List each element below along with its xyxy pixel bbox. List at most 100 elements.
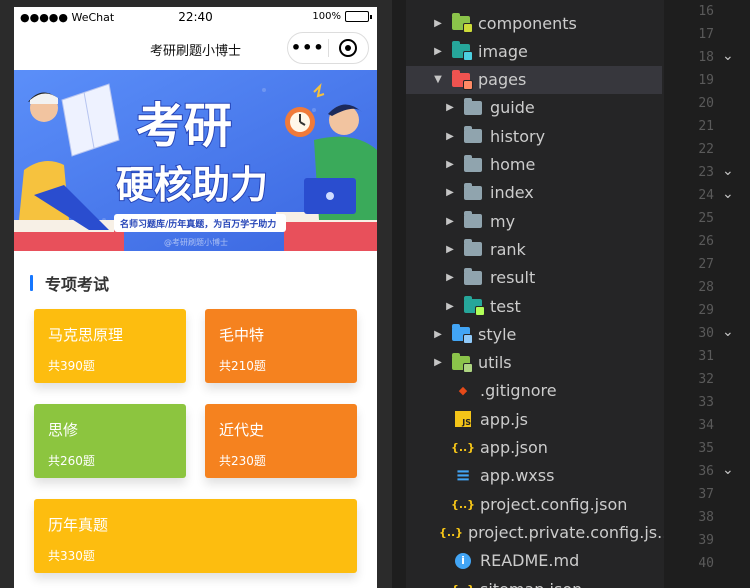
chevron-right-icon[interactable]: ▶ <box>432 357 444 368</box>
tree-item-label: image <box>478 41 528 61</box>
exam-card-sixiu[interactable]: 思修 共260题 <box>34 404 186 478</box>
chevron-right-icon[interactable]: ▶ <box>444 131 456 142</box>
chevron-right-icon[interactable]: ▶ <box>432 329 444 340</box>
fold-chevron-icon[interactable]: ⌄ <box>722 186 734 202</box>
fold-chevron-icon[interactable]: ⌄ <box>722 324 734 340</box>
tree-item-readme-md[interactable]: i README.md <box>406 547 662 575</box>
file-explorer: ▶ components ▶ image ▼ pages ▶ guide ▶ history ▶ ho… <box>406 0 664 588</box>
line-number: 30 <box>698 326 714 341</box>
tree-item-guide[interactable]: ▶ guide <box>406 94 662 122</box>
tree-item-sitemap-json[interactable]: {..} sitemap.json <box>406 575 662 588</box>
battery-text: 100% <box>312 11 341 22</box>
card-count: 共210题 <box>219 359 266 373</box>
fold-chevron-icon[interactable]: ⌄ <box>722 163 734 179</box>
line-number: 24 <box>698 188 714 203</box>
card-name: 马克思原理 <box>48 326 124 344</box>
card-name: 毛中特 <box>219 326 265 344</box>
tree-item-result[interactable]: ▶ result <box>406 264 662 292</box>
tree-item-project-config-json[interactable]: {..} project.config.json <box>406 490 662 518</box>
exam-card-maozhongte[interactable]: 毛中特 共210题 <box>205 309 357 383</box>
tree-item-label: history <box>490 126 546 146</box>
folder-test-icon <box>463 296 485 316</box>
tree-item-label: README.md <box>480 551 580 571</box>
tree-item-label: pages <box>478 70 527 90</box>
fold-chevron-icon[interactable]: ⌄ <box>722 48 734 64</box>
git-icon: ◆ <box>458 384 468 398</box>
line-number: 17 <box>698 27 714 42</box>
tree-item-app-wxss[interactable]: ≡ app.wxss <box>406 462 662 490</box>
nav-bar: 考研刷题小博士 ••• <box>14 29 377 69</box>
exam-card-past-papers[interactable]: 历年真题 共330题 <box>34 499 357 573</box>
panel-divider[interactable] <box>392 0 406 588</box>
line-number: 22 <box>698 142 714 157</box>
battery-icon <box>345 11 372 22</box>
line-number: 38 <box>698 510 714 525</box>
card-name: 近代史 <box>219 421 265 439</box>
json-icon: {..} <box>450 497 476 511</box>
tree-item-components[interactable]: ▶ components <box>406 9 662 37</box>
banner-watermark: @考研刷题小博士 <box>164 237 228 247</box>
exam-card-modern-history[interactable]: 近代史 共230题 <box>205 404 357 478</box>
json-icon: {..} <box>438 525 464 539</box>
tree-item-index[interactable]: ▶ index <box>406 179 662 207</box>
line-number: 29 <box>698 303 714 318</box>
tree-item-label: project.config.json <box>480 494 628 514</box>
tree-item-label: components <box>478 13 577 33</box>
card-count: 共260题 <box>48 454 95 468</box>
tree-item-my[interactable]: ▶ my <box>406 207 662 235</box>
folder-icon <box>463 154 483 174</box>
tree-item-label: index <box>490 183 534 203</box>
chevron-right-icon[interactable]: ▶ <box>444 187 456 198</box>
line-number: 23 <box>698 165 714 180</box>
tree-item-label: project.private.config.js... <box>468 522 664 542</box>
folder-icon <box>463 211 483 230</box>
banner-headline-1: 考研 <box>136 98 232 154</box>
folder-icon <box>463 239 483 258</box>
tree-item-label: utils <box>478 353 512 373</box>
chevron-right-icon[interactable]: ▶ <box>444 272 456 283</box>
chevron-right-icon[interactable]: ▶ <box>444 216 456 227</box>
exam-card-marxism[interactable]: 马克思原理 共390题 <box>34 309 186 383</box>
tree-item-rank[interactable]: ▶ rank <box>406 235 662 263</box>
css-icon: ≡ <box>455 465 471 487</box>
close-miniprogram-button[interactable] <box>329 39 369 57</box>
card-count: 共330题 <box>48 549 95 563</box>
chevron-right-icon[interactable]: ▶ <box>444 159 456 170</box>
tree-item-history[interactable]: ▶ history <box>406 122 662 150</box>
line-number: 18 <box>698 50 714 65</box>
banner-illustration: 考研 硬核助力 名师习题库/历年真题，为百万学子助力 @考研刷题小博士 <box>14 70 377 251</box>
tree-item-pages[interactable]: ▼ pages <box>406 65 662 94</box>
chevron-right-icon[interactable]: ▶ <box>444 102 456 113</box>
line-number: 28 <box>698 280 714 295</box>
section-title: 专项考试 <box>45 275 110 294</box>
tree-item-utils[interactable]: ▶ utils <box>406 349 662 377</box>
chevron-right-icon[interactable]: ▶ <box>432 46 444 57</box>
folder-pages-icon <box>451 69 473 90</box>
tree-item-label: test <box>490 296 521 316</box>
chevron-down-icon[interactable]: ▼ <box>432 74 444 85</box>
line-number: 39 <box>698 533 714 548</box>
more-dots-icon[interactable]: ••• <box>288 40 328 56</box>
folder-utils-icon <box>451 352 473 373</box>
tree-item-style[interactable]: ▶ style <box>406 320 662 348</box>
simulator-panel: ●●●●● WeChat 22:40 100% 考研刷题小博士 ••• 考研 硬… <box>0 0 392 588</box>
tree-item-app-json[interactable]: {..} app.json <box>406 434 662 462</box>
line-number: 20 <box>698 96 714 111</box>
card-count: 共390题 <box>48 359 95 373</box>
tree-item-project-private-config-js-[interactable]: {..} project.private.config.js... <box>406 518 664 546</box>
tree-item-label: rank <box>490 239 526 259</box>
tree-item-home[interactable]: ▶ home <box>406 151 662 179</box>
chevron-right-icon[interactable]: ▶ <box>444 244 456 255</box>
tree-item-image[interactable]: ▶ image <box>406 37 662 65</box>
folder-icon <box>463 182 483 202</box>
tree-item-test[interactable]: ▶ test <box>406 292 662 320</box>
tree-item--gitignore[interactable]: ◆ .gitignore <box>406 377 662 405</box>
chevron-right-icon[interactable]: ▶ <box>444 301 456 312</box>
tree-item-label: .gitignore <box>480 381 557 401</box>
banner-tagline: 名师习题库/历年真题，为百万学子助力 <box>120 218 276 230</box>
tree-item-app-js[interactable]: JS app.js <box>406 405 662 433</box>
target-icon <box>339 39 358 57</box>
chevron-right-icon[interactable]: ▶ <box>432 18 444 29</box>
fold-chevron-icon[interactable]: ⌄ <box>722 462 734 478</box>
promo-banner[interactable]: 考研 硬核助力 名师习题库/历年真题，为百万学子助力 @考研刷题小博士 <box>14 70 377 251</box>
